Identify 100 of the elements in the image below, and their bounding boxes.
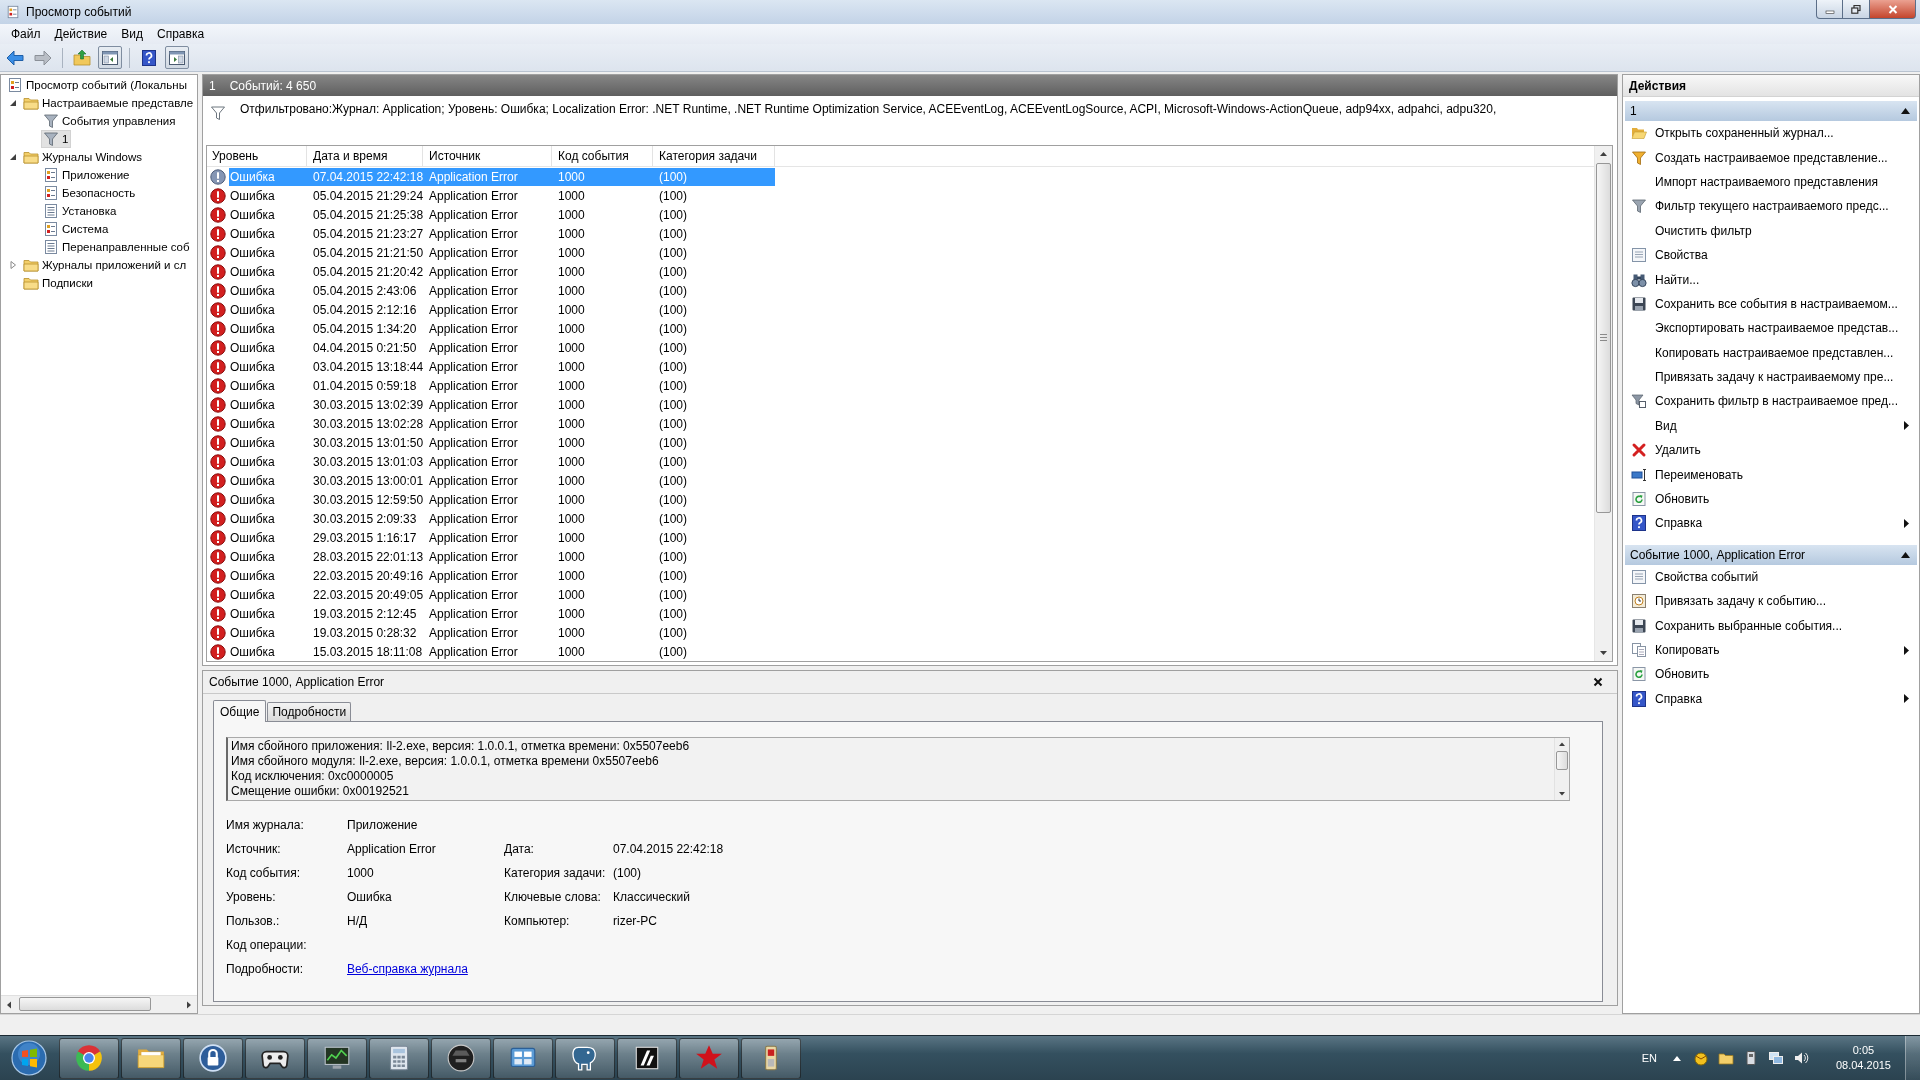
- scroll-thumb[interactable]: [1596, 163, 1611, 513]
- restore-button[interactable]: [1843, 0, 1870, 19]
- table-row[interactable]: Ошибка 29.03.2015 1:16:17 Application Error 1000 (100): [229, 528, 775, 547]
- column-header[interactable]: Категория задачи: [653, 146, 775, 166]
- action-item[interactable]: Копировать: [1623, 637, 1919, 663]
- action-item[interactable]: Свойства событий: [1623, 564, 1919, 590]
- expanded-arrow-icon[interactable]: [8, 98, 18, 108]
- taskbar-button[interactable]: [369, 1037, 429, 1079]
- column-header[interactable]: Уровень: [207, 146, 307, 166]
- taskbar-button[interactable]: [617, 1037, 677, 1079]
- action-item[interactable]: Копировать настраиваемое представлен...: [1623, 340, 1919, 365]
- taskbar-button[interactable]: [555, 1037, 615, 1079]
- minimize-button[interactable]: [1816, 0, 1843, 19]
- action-item[interactable]: Фильтр текущего настраиваемого предс...: [1623, 194, 1919, 219]
- tree-item[interactable]: Подписки: [21, 274, 96, 292]
- table-row[interactable]: Ошибка 15.03.2015 18:11:08 Application Error 1000 (100): [229, 642, 775, 661]
- table-row[interactable]: Ошибка 30.03.2015 13:00:01 Application Error 1000 (100): [229, 471, 775, 490]
- tree-item[interactable]: События управления: [41, 112, 179, 130]
- show-desktop-button[interactable]: [1905, 1036, 1920, 1080]
- action-item[interactable]: Привязать задачу к настраиваемому пре...: [1623, 364, 1919, 390]
- taskbar-button[interactable]: [59, 1037, 119, 1079]
- toolbar-button[interactable]: [98, 46, 122, 69]
- taskbar-button[interactable]: [307, 1037, 367, 1079]
- menu-item[interactable]: Файл: [4, 24, 48, 44]
- tree-item[interactable]: Приложение: [41, 166, 133, 184]
- tree-item[interactable]: Безопасность: [41, 184, 139, 202]
- action-item[interactable]: Вид: [1623, 413, 1919, 439]
- caret-icon[interactable]: [1672, 1055, 1681, 1061]
- tab[interactable]: Общие: [213, 700, 267, 722]
- taskbar-button[interactable]: [183, 1037, 243, 1079]
- table-row[interactable]: Ошибка 30.03.2015 13:01:03 Application Error 1000 (100): [229, 452, 775, 471]
- speaker-icon[interactable]: [1792, 1050, 1809, 1066]
- table-row[interactable]: Ошибка 04.04.2015 0:21:50 Application Error 1000 (100): [229, 338, 775, 357]
- expanded-arrow-icon[interactable]: [8, 152, 18, 162]
- action-item[interactable]: Свойства: [1623, 242, 1919, 268]
- clock[interactable]: 0:05 08.04.2015: [1825, 1043, 1901, 1073]
- scroll-thumb[interactable]: [19, 997, 151, 1011]
- tree-item[interactable]: Журналы приложений и сл: [21, 256, 190, 274]
- tree-item[interactable]: 1: [41, 130, 72, 148]
- table-row[interactable]: Ошибка 22.03.2015 20:49:05 Application Error 1000 (100): [229, 585, 775, 604]
- table-row[interactable]: Ошибка 30.03.2015 13:02:28 Application Error 1000 (100): [229, 414, 775, 433]
- toolbar-button[interactable]: [165, 46, 189, 69]
- menu-item[interactable]: Вид: [114, 24, 150, 44]
- table-row[interactable]: Ошибка 05.04.2015 21:29:24 Application Error 1000 (100): [229, 186, 775, 205]
- tree-item[interactable]: Настраиваемые представле: [21, 94, 197, 112]
- table-row[interactable]: Ошибка 28.03.2015 22:01:13 Application Error 1000 (100): [229, 547, 775, 566]
- action-item[interactable]: Обновить: [1623, 486, 1919, 512]
- column-header[interactable]: Источник: [423, 146, 552, 166]
- section-header[interactable]: Событие 1000, Application Error: [1625, 544, 1917, 565]
- tree-item[interactable]: Установка: [41, 202, 120, 220]
- action-item[interactable]: Удалить: [1623, 438, 1919, 463]
- taskbar-button[interactable]: [245, 1037, 305, 1079]
- action-item[interactable]: Сохранить выбранные события...: [1623, 613, 1919, 638]
- table-row[interactable]: Ошибка 01.04.2015 0:59:18 Application Error 1000 (100): [229, 376, 775, 395]
- tree-item[interactable]: Журналы Windows: [21, 148, 146, 166]
- table-row[interactable]: Ошибка 05.04.2015 21:23:27 Application Error 1000 (100): [229, 224, 775, 243]
- action-item[interactable]: Обновить: [1623, 662, 1919, 687]
- close-icon[interactable]: [1593, 677, 1603, 687]
- action-item[interactable]: Открыть сохраненный журнал...: [1623, 121, 1919, 146]
- column-header[interactable]: Код события: [552, 146, 653, 166]
- action-item[interactable]: Сохранить фильтр в настраиваемое пред...: [1623, 389, 1919, 414]
- section-header[interactable]: 1: [1625, 101, 1917, 121]
- menu-item[interactable]: Действие: [47, 24, 115, 44]
- action-item[interactable]: Привязать задачу к событию...: [1623, 589, 1919, 614]
- table-row[interactable]: Ошибка 30.03.2015 12:59:50 Application Error 1000 (100): [229, 490, 775, 509]
- tab[interactable]: Подробности: [267, 702, 352, 721]
- tree-item[interactable]: Просмотр событий (Локальны: [5, 76, 190, 94]
- table-row[interactable]: Ошибка 05.04.2015 2:12:16 Application Error 1000 (100): [229, 300, 775, 319]
- menu-item[interactable]: Справка: [150, 24, 212, 44]
- taskbar-button[interactable]: [121, 1037, 181, 1079]
- vertical-scrollbar[interactable]: [1594, 146, 1612, 661]
- table-row[interactable]: Ошибка 30.03.2015 13:01:50 Application Error 1000 (100): [229, 433, 775, 452]
- folder-icon[interactable]: [1717, 1050, 1734, 1066]
- table-row[interactable]: Ошибка 05.04.2015 21:25:38 Application Error 1000 (100): [229, 205, 775, 224]
- table-row[interactable]: Ошибка 05.04.2015 1:34:20 Application Error 1000 (100): [229, 319, 775, 338]
- horizontal-scrollbar[interactable]: [1, 995, 197, 1013]
- action-item[interactable]: Справка: [1623, 686, 1919, 711]
- action-item[interactable]: Экспортировать настраиваемое представ...: [1623, 316, 1919, 341]
- table-row[interactable]: Ошибка 30.03.2015 13:02:39 Application Error 1000 (100): [229, 395, 775, 414]
- taskbar-button[interactable]: [431, 1037, 491, 1079]
- table-row[interactable]: Ошибка 05.04.2015 21:21:50 Application Error 1000 (100): [229, 243, 775, 262]
- table-row[interactable]: Ошибка 22.03.2015 20:49:16 Application Error 1000 (100): [229, 566, 775, 585]
- help-link[interactable]: Веб-справка журнала: [347, 962, 468, 976]
- table-row[interactable]: Ошибка 05.04.2015 21:20:42 Application Error 1000 (100): [229, 262, 775, 281]
- taskbar-button[interactable]: [741, 1037, 801, 1079]
- taskbar-button[interactable]: [493, 1037, 553, 1079]
- column-header[interactable]: Дата и время: [307, 146, 423, 166]
- action-item[interactable]: Переименовать: [1623, 462, 1919, 487]
- action-item[interactable]: Справка: [1623, 511, 1919, 536]
- table-row[interactable]: Ошибка 19.03.2015 0:28:32 Application Error 1000 (100): [229, 623, 775, 642]
- table-row[interactable]: Ошибка 03.04.2015 13:18:44 Application Error 1000 (100): [229, 357, 775, 376]
- table-row[interactable]: Ошибка 05.04.2015 2:43:06 Application Error 1000 (100): [229, 281, 775, 300]
- scroll-thumb[interactable]: [1556, 751, 1568, 770]
- action-item[interactable]: Найти...: [1623, 267, 1919, 292]
- collapsed-arrow-icon[interactable]: [8, 260, 18, 270]
- table-row[interactable]: Ошибка 19.03.2015 2:12:45 Application Error 1000 (100): [229, 604, 775, 623]
- language-indicator[interactable]: EN: [1635, 1052, 1663, 1064]
- action-item[interactable]: Сохранить все события в настраиваемом...: [1623, 291, 1919, 317]
- vertical-scrollbar[interactable]: [1554, 738, 1569, 800]
- table-row[interactable]: Ошибка 30.03.2015 2:09:33 Application Error 1000 (100): [229, 509, 775, 528]
